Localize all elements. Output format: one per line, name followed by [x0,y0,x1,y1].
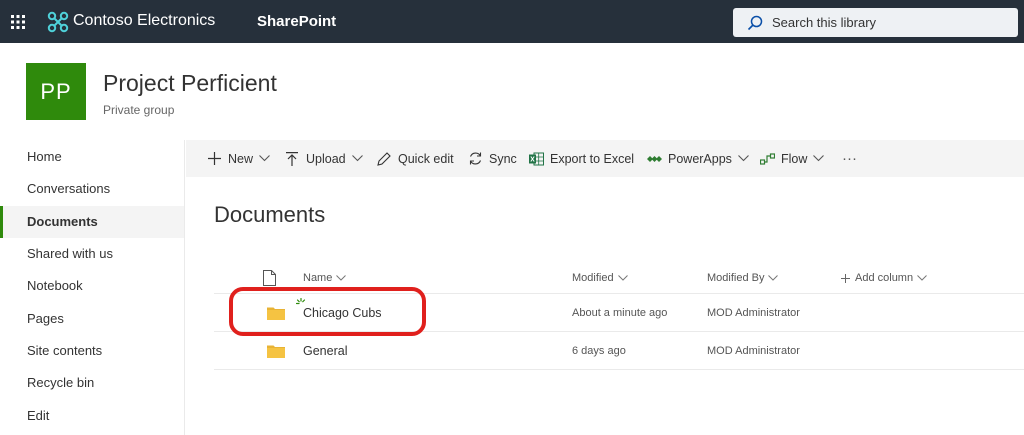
flow-label: Flow [781,151,808,166]
sync-label: Sync [489,151,517,166]
row-modified: 6 days ago [572,345,626,357]
nav-item-pages[interactable]: Pages [0,303,184,335]
plus-icon [206,151,222,167]
plus-icon [841,273,850,283]
chevron-down-icon [617,275,628,281]
flow-button[interactable]: Flow [759,140,825,177]
search-icon [747,15,763,31]
command-bar: New Upload Quick edit Sync Export to Exc… [186,140,1024,177]
export-to-excel-button[interactable]: Export to Excel [528,140,634,177]
nav-item-shared-with-us[interactable]: Shared with us [0,238,184,270]
app-name[interactable]: SharePoint [257,13,336,30]
pencil-icon [376,151,392,167]
new-button[interactable]: New [206,140,270,177]
document-icon [263,270,276,286]
chevron-down-icon [917,275,927,281]
table-row[interactable]: General 6 days ago MOD Administrator [214,331,1024,369]
suite-bar: Contoso Electronics SharePoint Search th… [0,0,1024,43]
contoso-logo-icon[interactable] [47,11,69,33]
row-name[interactable]: General [303,332,347,370]
new-label: New [228,151,254,166]
nav-item-site-contents[interactable]: Site contents [0,335,184,367]
page-title: Documents [214,202,326,227]
row-modified-by[interactable]: MOD Administrator [707,332,800,370]
site-title[interactable]: Project Perficient [103,70,277,97]
left-nav: Home Conversations Documents Shared with… [0,140,185,435]
modified-column-header[interactable]: Modified [572,266,628,290]
chevron-down-icon [813,155,825,162]
name-column-label: Name [303,272,333,284]
chevron-down-icon [738,155,749,162]
sync-button[interactable]: Sync [467,140,517,177]
nav-item-edit[interactable]: Edit [0,400,184,432]
sync-icon [467,151,483,167]
upload-label: Upload [306,151,346,166]
export-to-excel-label: Export to Excel [550,151,635,166]
add-column-button[interactable]: Add column [841,266,927,290]
quick-edit-button[interactable]: Quick edit [376,140,454,177]
excel-icon [528,151,544,167]
powerapps-button[interactable]: PowerApps [646,140,749,177]
powerapps-icon [646,151,662,167]
nav-item-home[interactable]: Home [0,141,184,173]
more-button[interactable]: ··· [842,140,857,177]
quick-edit-label: Quick edit [398,151,454,166]
nav-item-recycle-bin[interactable]: Recycle bin [0,367,184,399]
waffle-icon[interactable] [0,0,36,43]
nav-item-notebook[interactable]: Notebook [0,270,184,302]
brand-name[interactable]: Contoso Electronics [73,12,215,30]
site-subtitle: Private group [103,103,175,117]
site-logo[interactable]: PP [26,63,86,120]
search-input[interactable]: Search this library [733,8,1018,37]
powerapps-label: PowerApps [668,151,732,166]
modified-by-column-header[interactable]: Modified By [707,266,779,290]
chevron-down-icon [259,155,270,162]
add-column-label: Add column [855,272,914,284]
nav-item-documents[interactable]: Documents [0,206,184,238]
nav-item-conversations[interactable]: Conversations [0,173,184,205]
highlight-annotation [229,287,426,336]
upload-button[interactable]: Upload [284,140,363,177]
chevron-down-icon [768,275,779,281]
search-placeholder: Search this library [772,15,877,30]
folder-icon [267,345,285,358]
flow-icon [759,151,775,167]
chevron-down-icon [351,155,363,162]
modified-by-column-label: Modified By [707,272,765,284]
chevron-down-icon [336,275,347,281]
row-modified: About a minute ago [572,307,668,319]
row-modified-by[interactable]: MOD Administrator [707,294,800,332]
modified-column-label: Modified [572,272,614,284]
row-divider [214,369,1024,370]
upload-icon [284,151,300,167]
